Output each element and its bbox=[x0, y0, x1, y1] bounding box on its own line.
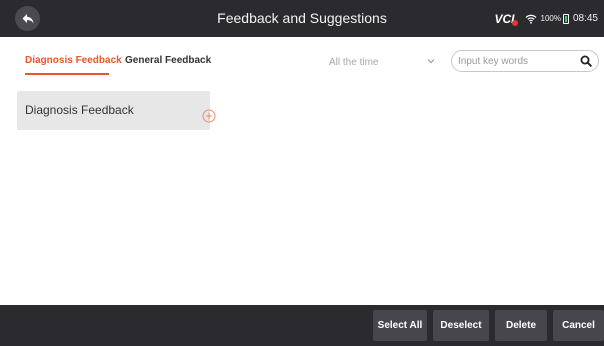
add-circle-icon[interactable] bbox=[202, 109, 216, 123]
select-all-button[interactable]: Select All bbox=[373, 310, 427, 341]
deselect-button[interactable]: Deselect bbox=[433, 310, 489, 341]
list-item-label: Diagnosis Feedback bbox=[25, 103, 134, 117]
time-range-value: All the time bbox=[329, 56, 379, 68]
active-tab-indicator bbox=[25, 73, 109, 75]
vci-indicator: VCI bbox=[494, 12, 518, 26]
content-area: Diagnosis Feedback bbox=[0, 87, 604, 305]
chevron-down-icon bbox=[427, 59, 435, 64]
time-range-select[interactable]: All the time bbox=[329, 51, 442, 73]
clock: 08:45 bbox=[572, 13, 598, 24]
wifi-icon bbox=[525, 14, 537, 24]
top-bar: Feedback and Suggestions VCI 100% 08:45 bbox=[0, 0, 604, 37]
cancel-button[interactable]: Cancel bbox=[553, 310, 604, 341]
battery-icon bbox=[562, 13, 569, 24]
tab-general-feedback[interactable]: General Feedback bbox=[125, 55, 211, 66]
tab-diagnosis-feedback[interactable]: Diagnosis Feedback bbox=[25, 55, 122, 66]
list-item[interactable]: Diagnosis Feedback bbox=[17, 91, 216, 130]
vci-status-dot bbox=[511, 19, 518, 26]
search-box[interactable] bbox=[451, 50, 599, 72]
search-input[interactable] bbox=[458, 55, 573, 67]
status-bar: VCI 100% 08:45 bbox=[494, 0, 598, 37]
tab-bar: Diagnosis Feedback General Feedback All … bbox=[0, 37, 604, 87]
search-icon[interactable] bbox=[580, 55, 592, 67]
bottom-action-bar: Select All Deselect Delete Cancel bbox=[0, 305, 604, 346]
delete-button[interactable]: Delete bbox=[495, 310, 547, 341]
battery-percent: 100% bbox=[540, 14, 561, 23]
